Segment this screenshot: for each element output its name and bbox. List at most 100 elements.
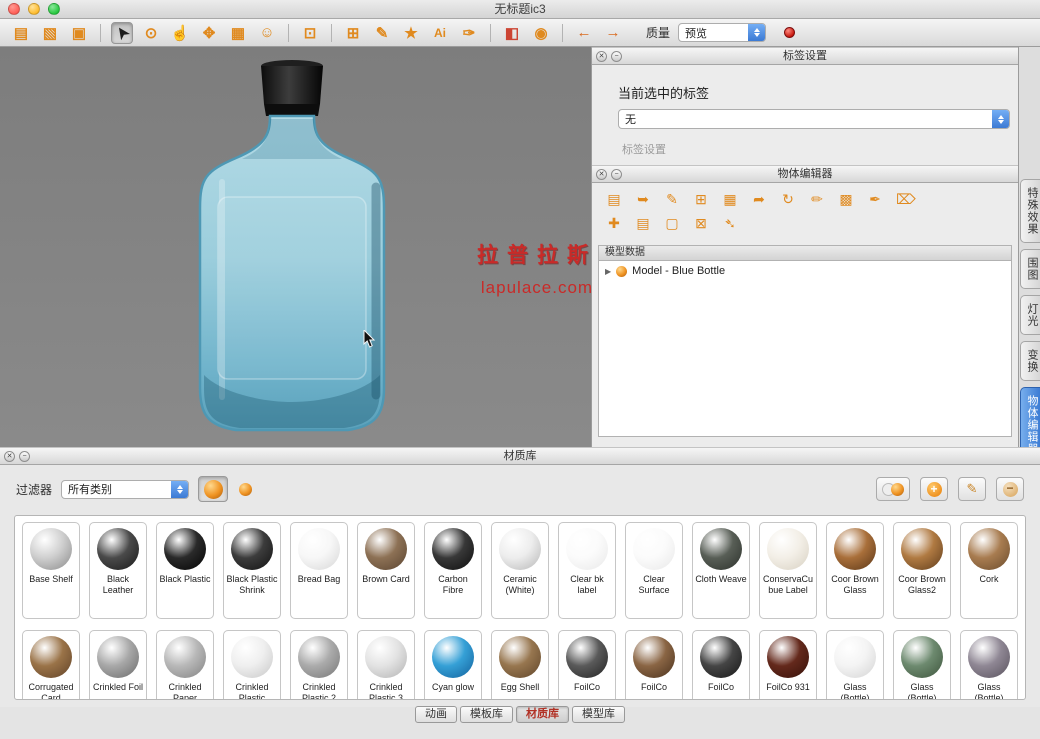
smiley-icon[interactable]: ☺ — [256, 22, 278, 44]
material-icon[interactable]: ▤ — [606, 191, 622, 207]
oe-toolbar-row2: ✚ ▤ ▢ ⊠ ➴ — [606, 215, 1004, 231]
small-sphere-toggle[interactable] — [239, 483, 252, 496]
close-panel-button[interactable]: ✕ — [596, 51, 607, 62]
material-swatch[interactable]: ConservaCubue Label — [759, 522, 817, 619]
save-icon[interactable]: ▣ — [68, 22, 90, 44]
collapse-panel-button[interactable]: − — [611, 51, 622, 62]
apply-material-button[interactable] — [876, 477, 910, 501]
material-swatch[interactable]: Clear Surface — [625, 522, 683, 619]
tab-models[interactable]: 模型库 — [572, 706, 625, 723]
star-icon[interactable]: ★ — [400, 22, 422, 44]
apply-icon[interactable]: ➥ — [635, 191, 651, 207]
material-swatch[interactable]: Crinkled Foil — [89, 630, 147, 700]
collapse-panel-button[interactable]: − — [19, 451, 30, 462]
select-cursor-icon[interactable]: ➤ — [111, 22, 133, 44]
category-select[interactable]: 所有类别 — [61, 480, 189, 499]
close-panel-button[interactable]: ✕ — [4, 451, 15, 462]
material-swatch[interactable]: Cyan glow — [424, 630, 482, 700]
label-select[interactable]: 无 — [618, 109, 1010, 129]
material-swatch[interactable]: Cork — [960, 522, 1018, 619]
material-swatch[interactable]: Glass (Bottle) — [893, 630, 951, 700]
side-tab-transform[interactable]: 变换 — [1020, 341, 1040, 381]
frame-icon[interactable]: ▦ — [227, 22, 249, 44]
image-icon[interactable]: ⊠ — [693, 215, 709, 231]
crop-icon[interactable]: ⊡ — [299, 22, 321, 44]
material-swatch[interactable]: Base Shelf — [22, 522, 80, 619]
material-swatch[interactable]: Ceramic (White) — [491, 522, 549, 619]
zoom-window-button[interactable] — [48, 3, 60, 15]
material-swatch[interactable]: Bread Bag — [290, 522, 348, 619]
open-folder-icon[interactable]: ▧ — [39, 22, 61, 44]
camera-icon[interactable]: ◉ — [530, 22, 552, 44]
tab-templates[interactable]: 模板库 — [460, 706, 513, 723]
material-sphere-icon — [767, 528, 809, 570]
curve-icon[interactable]: ➴ — [722, 215, 738, 231]
fill-tool-icon[interactable]: ✑ — [458, 22, 480, 44]
close-panel-button[interactable]: ✕ — [596, 169, 607, 180]
3d-object-icon[interactable]: ◧ — [501, 22, 523, 44]
pan-hand-icon[interactable]: ☝ — [169, 22, 191, 44]
side-tab-effects[interactable]: 特殊效果 — [1020, 179, 1040, 243]
material-swatch[interactable]: Black Leather — [89, 522, 147, 619]
side-tab-drawing[interactable]: 围图 — [1020, 249, 1040, 289]
disclosure-triangle-icon[interactable]: ▶ — [605, 267, 611, 276]
material-swatch[interactable]: Brown Card — [357, 522, 415, 619]
edit-icon[interactable]: ✎ — [664, 191, 680, 207]
paint-icon[interactable]: ✏ — [809, 191, 825, 207]
viewport-3d[interactable]: 拉普拉斯 lapulace.com — [0, 47, 592, 447]
side-tab-lights[interactable]: 灯光 — [1020, 295, 1040, 335]
material-swatch[interactable]: Black Plastic Shrink — [223, 522, 281, 619]
back-icon[interactable]: ← — [573, 22, 595, 44]
material-swatch[interactable]: Crinkled Plastic — [223, 630, 281, 700]
label-icon[interactable]: ▢ — [664, 215, 680, 231]
material-swatch[interactable]: Corrugated Card — [22, 630, 80, 700]
quality-select[interactable]: 预览 — [678, 23, 766, 42]
material-swatch[interactable]: Clear bk label — [558, 522, 616, 619]
material-swatch[interactable]: Black Plastic — [156, 522, 214, 619]
edit-material-button[interactable]: ✎ — [958, 477, 986, 501]
sphere-preview-toggle[interactable] — [198, 476, 228, 502]
material-swatch[interactable]: FoilCo — [558, 630, 616, 700]
text-tool-icon[interactable]: Ai — [429, 22, 451, 44]
record-indicator[interactable] — [784, 27, 795, 38]
material-swatch[interactable]: Crinkled Plastic 2 — [290, 630, 348, 700]
material-swatch[interactable]: Egg Shell — [491, 630, 549, 700]
refresh-icon[interactable]: ↻ — [780, 191, 796, 207]
tree-item-model[interactable]: ▶ Model - Blue Bottle — [599, 261, 1011, 281]
material-swatch[interactable]: FoilCo — [625, 630, 683, 700]
list-icon[interactable]: ▦ — [722, 191, 738, 207]
tab-animation[interactable]: 动画 — [415, 706, 457, 723]
grid-icon[interactable]: ▩ — [838, 191, 854, 207]
delete-icon[interactable]: ⌦ — [896, 191, 912, 207]
material-swatch[interactable]: Carbon Fibre — [424, 522, 482, 619]
material-swatch[interactable]: Coor Brown Glass — [826, 522, 884, 619]
add-material-button[interactable]: + — [920, 477, 948, 501]
add-object-icon[interactable]: ⊞ — [342, 22, 364, 44]
remove-material-button[interactable]: − — [996, 477, 1024, 501]
tab-materials[interactable]: 材质库 — [516, 706, 569, 723]
material-swatch[interactable]: FoilCo — [692, 630, 750, 700]
new-document-icon[interactable]: ▤ — [10, 22, 32, 44]
close-window-button[interactable] — [8, 3, 20, 15]
add-group-icon[interactable]: ✚ — [606, 215, 622, 231]
move-icon[interactable]: ✥ — [198, 22, 220, 44]
minimize-window-button[interactable] — [28, 3, 40, 15]
material-swatch[interactable]: Glass (Bottle) — [960, 630, 1018, 700]
pen-icon[interactable]: ✒ — [867, 191, 883, 207]
material-sphere-icon — [298, 636, 340, 678]
material-swatch[interactable]: Coor Brown Glass2 — [893, 522, 951, 619]
folder-icon[interactable]: ▤ — [635, 215, 651, 231]
blue-bottle-model[interactable] — [142, 57, 442, 447]
forward-icon[interactable]: → — [602, 22, 624, 44]
material-sphere-icon — [298, 528, 340, 570]
material-swatch[interactable]: Crinkled Plastic 3 — [357, 630, 415, 700]
forward-apply-icon[interactable]: ➦ — [751, 191, 767, 207]
material-swatch[interactable]: FoilCo 931 — [759, 630, 817, 700]
annotate-icon[interactable]: ✎ — [371, 22, 393, 44]
material-swatch[interactable]: Glass (Bottle) — [826, 630, 884, 700]
zoom-icon[interactable]: ⊙ — [140, 22, 162, 44]
material-swatch[interactable]: Cloth Weave — [692, 522, 750, 619]
collapse-panel-button[interactable]: − — [611, 169, 622, 180]
material-swatch[interactable]: Crinkled Paper — [156, 630, 214, 700]
add-icon[interactable]: ⊞ — [693, 191, 709, 207]
